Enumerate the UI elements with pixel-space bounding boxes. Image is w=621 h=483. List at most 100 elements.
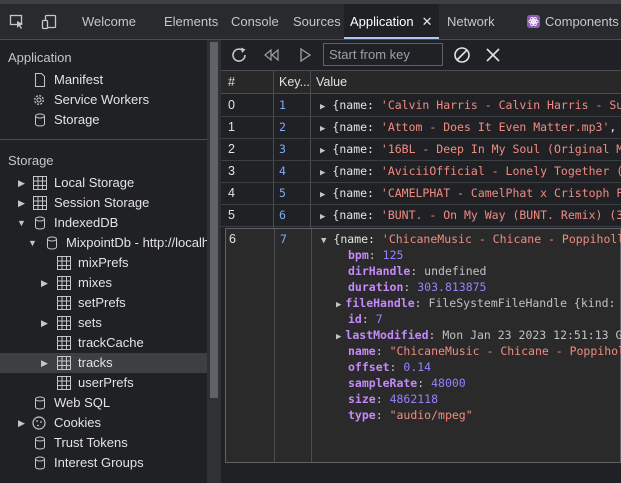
tab-welcome[interactable]: Welcome: [82, 4, 136, 39]
tab-sources[interactable]: Sources: [293, 4, 341, 39]
database-icon: [35, 436, 45, 450]
row-key: 7: [280, 232, 287, 246]
inspect-element-icon[interactable]: [9, 14, 25, 30]
object-property-name: name: "ChicaneMusic - Chicane - Poppihol…: [348, 344, 621, 358]
expand-arrow-icon[interactable]: ▶: [336, 300, 341, 310]
sidebar-item-store-tracks[interactable]: ▶ tracks: [0, 353, 207, 373]
table-icon: [57, 276, 71, 290]
tab-network[interactable]: Network: [447, 4, 495, 39]
clear-object-store-icon[interactable]: [452, 46, 472, 64]
table-icon: [57, 256, 71, 270]
sidebar-item-cookies[interactable]: ▶ Cookies: [0, 413, 207, 433]
expand-arrow-icon[interactable]: ▶: [18, 193, 28, 213]
table-row[interactable]: 2 3 ▶ {name: '16BL - Deep In My Soul (Ori…: [221, 138, 621, 161]
sidebar-item-indexeddb[interactable]: ▼ IndexedDB: [0, 213, 207, 233]
collapse-arrow-icon[interactable]: ▼: [28, 233, 38, 253]
react-components-icon: [527, 15, 540, 28]
sidebar-item-label: mixes: [78, 275, 112, 290]
expand-arrow-icon[interactable]: ▶: [320, 212, 325, 222]
expand-arrow-icon[interactable]: ▶: [336, 332, 341, 342]
expand-arrow-icon[interactable]: ▶: [18, 413, 28, 433]
expand-arrow-icon[interactable]: ▶: [320, 190, 325, 200]
tab-components[interactable]: Components: [527, 4, 619, 39]
sidebar-item-label: Session Storage: [54, 195, 150, 210]
collapse-arrow-icon[interactable]: ▼: [17, 213, 27, 233]
sidebar-item-label: Local Storage: [54, 175, 135, 190]
table-icon: [57, 376, 71, 390]
table-icon: [57, 316, 71, 330]
row-number: 2: [228, 142, 235, 156]
expand-arrow-icon[interactable]: ▶: [41, 353, 51, 373]
column-header-value[interactable]: Value: [316, 71, 347, 93]
sidebar-item-manifest[interactable]: Manifest: [0, 70, 207, 90]
sidebar-item-service-workers[interactable]: Service Workers: [0, 90, 207, 110]
document-icon: [35, 73, 45, 87]
refresh-icon[interactable]: [230, 46, 250, 64]
sidebar-item-mixpointdb[interactable]: ▼ MixpointDb - http://localh: [0, 233, 207, 253]
sidebar-item-label: Web SQL: [54, 395, 111, 410]
application-sidebar: Application Manifest Service Workers Sto…: [0, 40, 207, 483]
tab-application[interactable]: Application ✕: [344, 4, 439, 39]
row-key: 3: [279, 142, 286, 156]
column-header-key[interactable]: Key...: [279, 71, 310, 93]
sidebar-item-label: Manifest: [54, 72, 104, 87]
storage-section-heading: Storage: [8, 153, 54, 168]
sidebar-item-store-sets[interactable]: ▶ sets: [0, 313, 207, 333]
tab-console[interactable]: Console: [231, 4, 279, 39]
sidebar-divider: [0, 139, 207, 140]
expand-arrow-icon[interactable]: ▶: [320, 102, 325, 112]
row-number: 3: [228, 164, 235, 178]
sidebar-item-interest-groups[interactable]: Interest Groups: [0, 453, 207, 473]
sidebar-scrollbar[interactable]: [207, 40, 221, 483]
expand-arrow-icon[interactable]: ▶: [320, 124, 325, 134]
table-row[interactable]: 4 5 ▶ {name: 'CAMELPHAT - CamelPhat x Cri…: [221, 182, 621, 205]
sidebar-item-store-mixes[interactable]: ▶ mixes: [0, 273, 207, 293]
row-value: ▶ {name: 'AviciiOfficial - Lonely Togethe…: [320, 164, 621, 178]
table-row[interactable]: 1 2 ▶ {name: 'Attom - Does It Even Matter…: [221, 116, 621, 139]
row-value: ▶ {name: '16BL - Deep In My Soul (Origina…: [320, 142, 621, 156]
sidebar-item-storage[interactable]: Storage: [0, 110, 207, 130]
row-number: 6: [229, 232, 236, 246]
sidebar-item-store-mixprefs[interactable]: mixPrefs: [0, 253, 207, 273]
delete-selected-icon[interactable]: [483, 46, 503, 64]
scrollbar-thumb[interactable]: [210, 42, 218, 398]
expand-arrow-icon[interactable]: ▶: [18, 173, 28, 193]
table-row[interactable]: 3 4 ▶ {name: 'AviciiOfficial - Lonely Tog…: [221, 160, 621, 183]
sidebar-item-store-trackcache[interactable]: trackCache: [0, 333, 207, 353]
start-from-key-input[interactable]: [323, 43, 443, 66]
sidebar-item-label: trackCache: [78, 335, 144, 350]
sidebar-item-web-sql[interactable]: Web SQL: [0, 393, 207, 413]
table-icon: [57, 336, 71, 350]
sidebar-item-label: Storage: [54, 112, 100, 127]
selected-table-row[interactable]: 6 7 ▼ {name: 'ChicaneMusic - Chicane - Po…: [225, 228, 621, 463]
collapse-arrow-icon[interactable]: ▼: [321, 236, 326, 246]
sidebar-item-store-userprefs[interactable]: userPrefs: [0, 373, 207, 393]
object-property-offset: offset: 0.14: [348, 360, 432, 374]
sidebar-item-store-setprefs[interactable]: setPrefs: [0, 293, 207, 313]
expand-arrow-icon[interactable]: ▶: [320, 168, 325, 178]
sidebar-item-session-storage[interactable]: ▶ Session Storage: [0, 193, 207, 213]
column-header-number[interactable]: #: [228, 71, 235, 93]
row-key: 4: [279, 164, 286, 178]
table-header: # Key... Value: [221, 71, 621, 94]
cookie-icon: [32, 416, 46, 430]
sidebar-item-label: Service Workers: [54, 92, 150, 107]
object-property-bpm: bpm: 125: [348, 248, 404, 262]
first-page-icon[interactable]: [261, 46, 281, 64]
close-tab-icon[interactable]: ✕: [422, 14, 433, 29]
table-row[interactable]: 0 1 ▶ {name: 'Calvin Harris - Calvin Harr…: [221, 94, 621, 117]
next-page-icon[interactable]: [295, 46, 315, 64]
expand-arrow-icon[interactable]: ▶: [41, 273, 51, 293]
table-icon: [57, 356, 71, 370]
device-toolbar-icon[interactable]: [41, 14, 57, 30]
expand-arrow-icon[interactable]: ▶: [320, 146, 325, 156]
row-number: 0: [228, 98, 235, 112]
table-icon: [33, 176, 47, 190]
expand-arrow-icon[interactable]: ▶: [41, 313, 51, 333]
sidebar-item-local-storage[interactable]: ▶ Local Storage: [0, 173, 207, 193]
row-value: ▶ {name: 'CAMELPHAT - CamelPhat x Cristop…: [320, 186, 621, 200]
sidebar-item-label: MixpointDb - http://localh: [66, 235, 207, 250]
sidebar-item-trust-tokens[interactable]: Trust Tokens: [0, 433, 207, 453]
table-row[interactable]: 5 6 ▶ {name: 'BUNT. - On My Way (BUNT. Re…: [221, 204, 621, 227]
tab-elements[interactable]: Elements: [164, 4, 218, 39]
